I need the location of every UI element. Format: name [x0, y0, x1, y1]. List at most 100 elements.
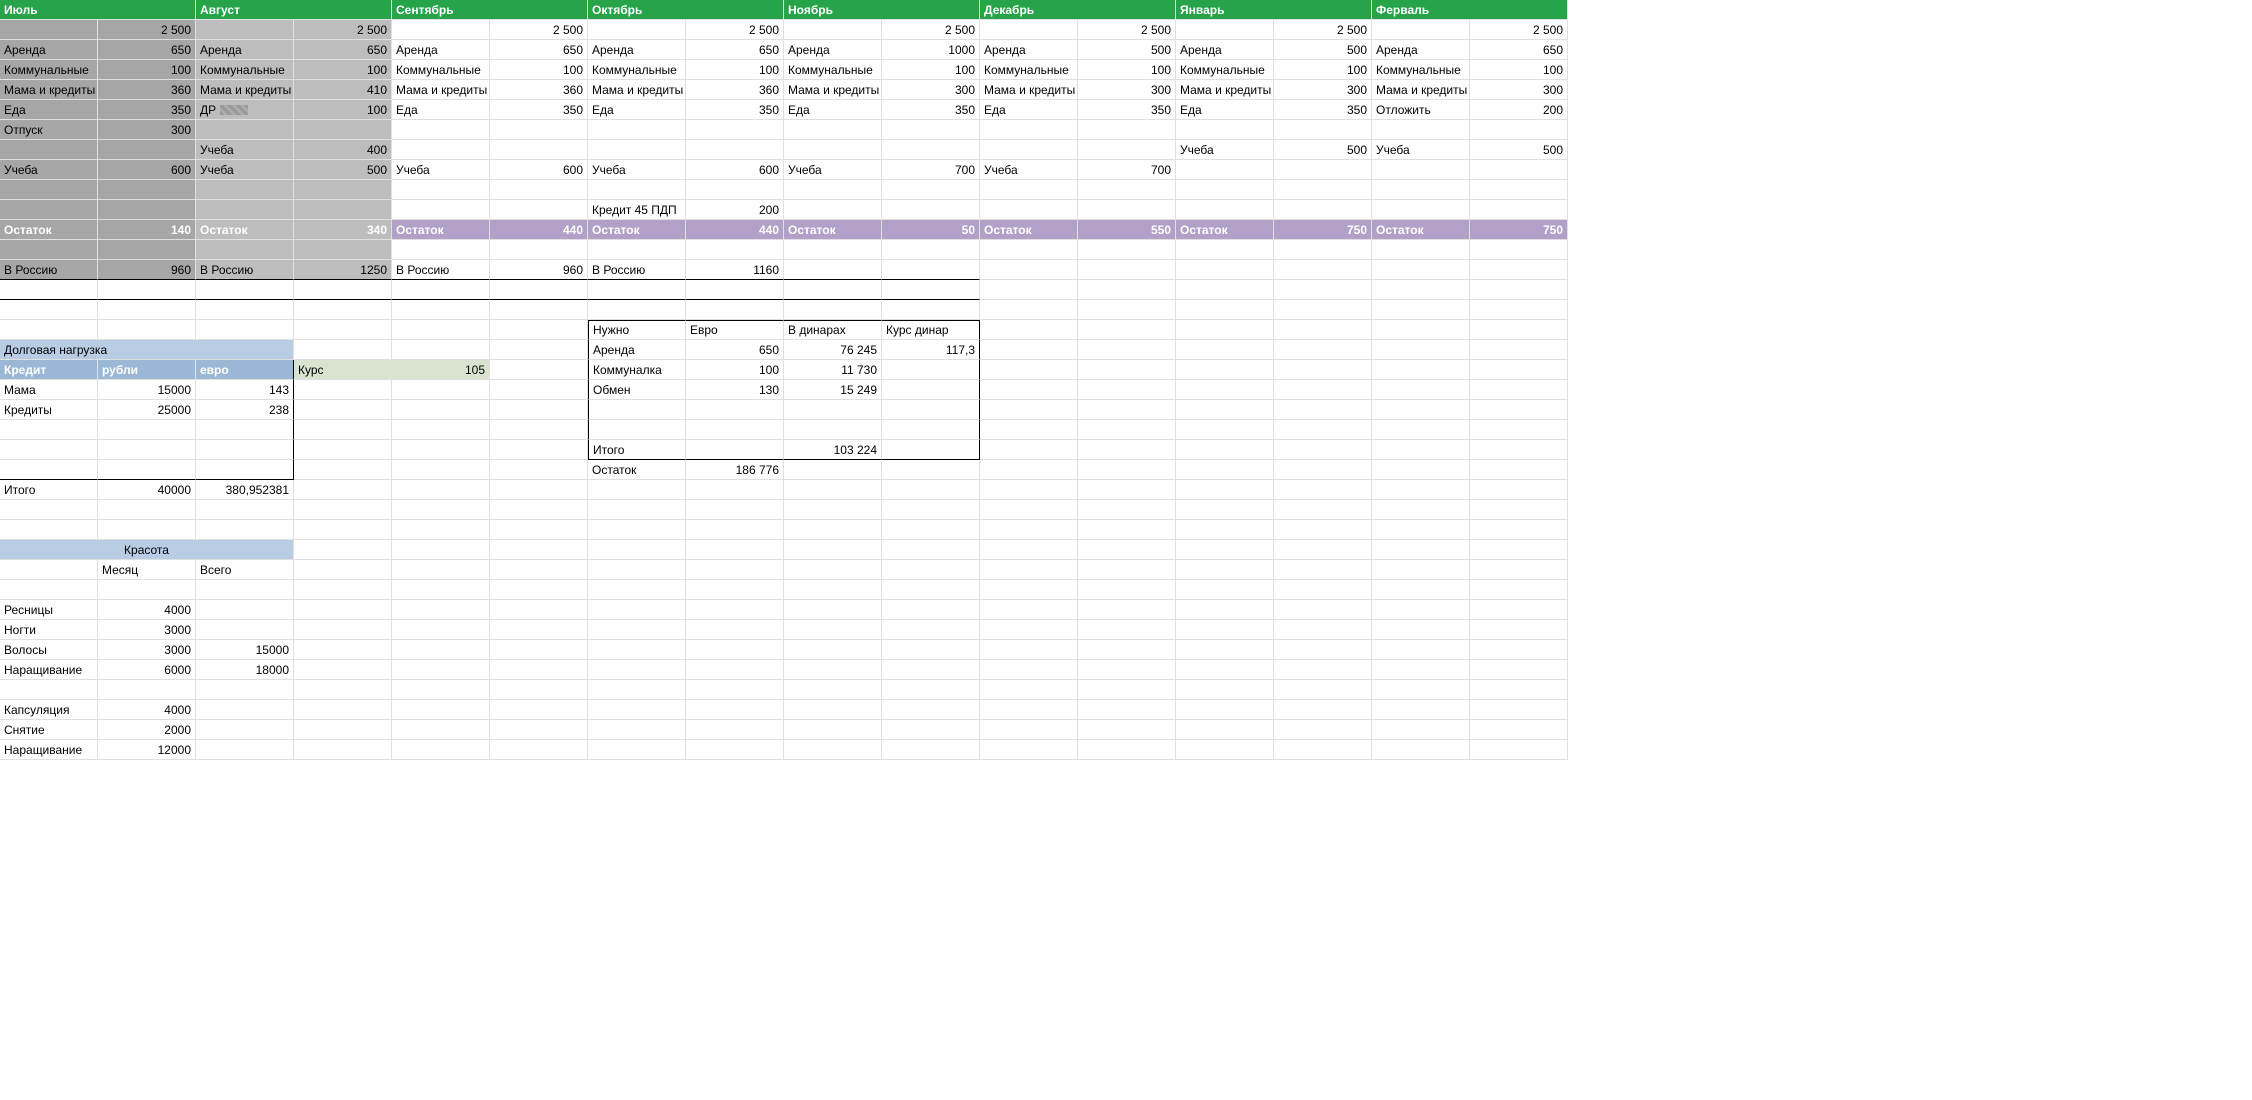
- cell[interactable]: [98, 520, 196, 540]
- cell[interactable]: [1372, 600, 1470, 620]
- cell[interactable]: [882, 360, 980, 380]
- income-dec[interactable]: 2 500: [1078, 20, 1176, 40]
- cell[interactable]: [1372, 480, 1470, 500]
- cell[interactable]: [1274, 640, 1372, 660]
- rent-label-jul[interactable]: Аренда: [0, 40, 98, 60]
- cell[interactable]: [1078, 740, 1176, 760]
- cell[interactable]: [490, 180, 588, 200]
- util-jul[interactable]: 100: [98, 60, 196, 80]
- cell[interactable]: [490, 400, 588, 420]
- need-rate[interactable]: 117,3: [882, 340, 980, 360]
- cell[interactable]: [784, 680, 882, 700]
- cell[interactable]: [294, 420, 392, 440]
- cell[interactable]: [294, 500, 392, 520]
- cell[interactable]: [882, 540, 980, 560]
- cell[interactable]: [1274, 420, 1372, 440]
- debt-total-rub[interactable]: 40000: [98, 480, 196, 500]
- cell[interactable]: [196, 720, 294, 740]
- cell[interactable]: [392, 120, 490, 140]
- beauty-title[interactable]: Красота: [0, 540, 294, 560]
- cell[interactable]: [1372, 180, 1470, 200]
- bal-label-jan[interactable]: Остаток: [1176, 220, 1274, 240]
- bal-label-jul[interactable]: Остаток: [0, 220, 98, 240]
- cell[interactable]: [294, 740, 392, 760]
- need-rent-l[interactable]: Аренда: [588, 340, 686, 360]
- cell[interactable]: [1078, 480, 1176, 500]
- momcr-aug[interactable]: 410: [294, 80, 392, 100]
- rent-jan[interactable]: 500: [1274, 40, 1372, 60]
- cell[interactable]: [294, 320, 392, 340]
- cell[interactable]: [1176, 540, 1274, 560]
- util-aug[interactable]: 100: [294, 60, 392, 80]
- cell[interactable]: [1078, 440, 1176, 460]
- cell[interactable]: [882, 520, 980, 540]
- bal-dec[interactable]: 550: [1078, 220, 1176, 240]
- studyB-dec[interactable]: 700: [1078, 160, 1176, 180]
- cell[interactable]: [1176, 460, 1274, 480]
- studyB-label-dec[interactable]: Учеба: [980, 160, 1078, 180]
- momcr-label-sep[interactable]: Мама и кредиты: [392, 80, 490, 100]
- cell[interactable]: [1274, 260, 1372, 280]
- cell[interactable]: [1176, 320, 1274, 340]
- bal-label-feb[interactable]: Остаток: [1372, 220, 1470, 240]
- cell[interactable]: [1470, 340, 1568, 360]
- cell[interactable]: [1274, 200, 1372, 220]
- cell[interactable]: [686, 440, 784, 460]
- cell[interactable]: [882, 680, 980, 700]
- cell[interactable]: [196, 520, 294, 540]
- cell[interactable]: [1372, 360, 1470, 380]
- debt-total-l[interactable]: Итого: [0, 480, 98, 500]
- cell[interactable]: [1372, 520, 1470, 540]
- rate-label[interactable]: Курс: [294, 360, 392, 380]
- cell[interactable]: [1274, 440, 1372, 460]
- cell[interactable]: [980, 400, 1078, 420]
- bal-label-aug[interactable]: Остаток: [196, 220, 294, 240]
- cell[interactable]: [588, 140, 686, 160]
- cell[interactable]: [1176, 640, 1274, 660]
- studyB-label-oct[interactable]: Учеба: [588, 160, 686, 180]
- food-dec[interactable]: 350: [1078, 100, 1176, 120]
- cell[interactable]: [980, 120, 1078, 140]
- cell[interactable]: [392, 740, 490, 760]
- cell[interactable]: [294, 520, 392, 540]
- cell[interactable]: [1470, 360, 1568, 380]
- cell[interactable]: [686, 300, 784, 320]
- food-jan[interactable]: 350: [1274, 100, 1372, 120]
- cell[interactable]: [882, 660, 980, 680]
- cell[interactable]: [0, 560, 98, 580]
- cell[interactable]: [196, 280, 294, 300]
- cell[interactable]: [1078, 200, 1176, 220]
- cell[interactable]: [0, 140, 98, 160]
- cell[interactable]: [392, 720, 490, 740]
- cell[interactable]: [1470, 600, 1568, 620]
- util-sep[interactable]: 100: [490, 60, 588, 80]
- income-aug[interactable]: 2 500: [294, 20, 392, 40]
- need-rest-l[interactable]: Остаток: [588, 460, 686, 480]
- cell[interactable]: [1372, 420, 1470, 440]
- need-util-l[interactable]: Коммуналка: [588, 360, 686, 380]
- cell[interactable]: [980, 140, 1078, 160]
- cell[interactable]: [980, 440, 1078, 460]
- cell[interactable]: [196, 740, 294, 760]
- cell[interactable]: [588, 300, 686, 320]
- momcr-sep[interactable]: 360: [490, 80, 588, 100]
- cell[interactable]: [98, 280, 196, 300]
- food-label-nov[interactable]: Еда: [784, 100, 882, 120]
- studyB-label-sep[interactable]: Учеба: [392, 160, 490, 180]
- cell[interactable]: [784, 500, 882, 520]
- need-exch-din[interactable]: 15 249: [784, 380, 882, 400]
- cell[interactable]: [0, 180, 98, 200]
- b-r3-t[interactable]: 15000: [196, 640, 294, 660]
- cell[interactable]: [1470, 620, 1568, 640]
- studyB-oct[interactable]: 600: [686, 160, 784, 180]
- cell[interactable]: [1274, 180, 1372, 200]
- cell[interactable]: [0, 440, 98, 460]
- income-jan[interactable]: 2 500: [1274, 20, 1372, 40]
- bal-sep[interactable]: 440: [490, 220, 588, 240]
- cell[interactable]: [784, 600, 882, 620]
- cell[interactable]: [392, 580, 490, 600]
- cell[interactable]: [196, 440, 294, 460]
- cell[interactable]: [1372, 640, 1470, 660]
- cell[interactable]: [392, 320, 490, 340]
- cell[interactable]: [1078, 520, 1176, 540]
